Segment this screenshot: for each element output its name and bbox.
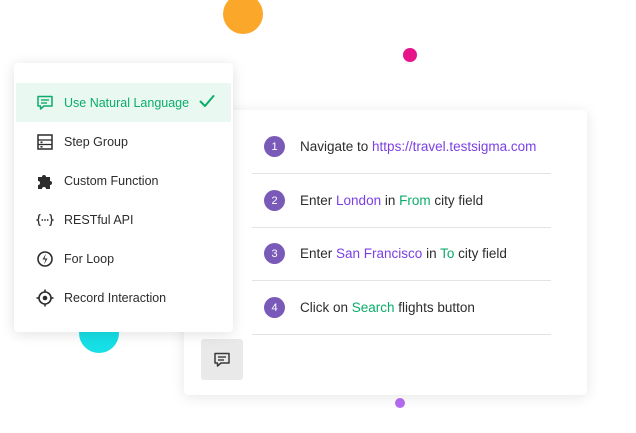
step-number: 3 bbox=[264, 243, 285, 264]
puzzle-icon bbox=[36, 172, 54, 190]
step-text: Navigate to https://travel.testsigma.com bbox=[300, 139, 537, 154]
step-number: 4 bbox=[264, 297, 285, 318]
menu-item-restful-api[interactable]: RESTful API bbox=[16, 200, 231, 239]
checkmark-icon bbox=[199, 95, 215, 107]
menu-item-custom-function[interactable]: Custom Function bbox=[16, 161, 231, 200]
menu-item-label: RESTful API bbox=[64, 212, 134, 227]
step-type-menu: Use Natural Language Step Group Custom F… bbox=[14, 63, 233, 332]
loop-icon bbox=[36, 250, 54, 268]
decorative-dot-purple bbox=[395, 398, 405, 408]
step-text: Enter San Francisco in To city field bbox=[300, 246, 507, 261]
test-step[interactable]: 1 Navigate to https://travel.testsigma.c… bbox=[252, 120, 551, 174]
step-number: 1 bbox=[264, 136, 285, 157]
step-group-icon bbox=[36, 133, 54, 151]
natural-language-button[interactable] bbox=[201, 339, 243, 380]
natural-language-icon bbox=[36, 94, 54, 112]
menu-item-step-group[interactable]: Step Group bbox=[16, 122, 231, 161]
menu-item-natural-language[interactable]: Use Natural Language bbox=[16, 83, 231, 122]
test-steps-card: 1 Navigate to https://travel.testsigma.c… bbox=[184, 110, 587, 395]
menu-item-label: For Loop bbox=[64, 251, 115, 266]
menu-item-for-loop[interactable]: For Loop bbox=[16, 239, 231, 278]
record-icon bbox=[36, 289, 54, 307]
step-text: Click on Search flights button bbox=[300, 300, 475, 315]
menu-item-record-interaction[interactable]: Record Interaction bbox=[16, 278, 231, 317]
test-step[interactable]: 2 Enter London in From city field bbox=[252, 174, 551, 228]
menu-item-label: Use Natural Language bbox=[64, 95, 190, 110]
decorative-dot-pink bbox=[403, 48, 417, 62]
natural-language-icon bbox=[214, 352, 230, 367]
test-step[interactable]: 4 Click on Search flights button bbox=[252, 281, 551, 335]
menu-item-label: Record Interaction bbox=[64, 290, 167, 305]
test-step[interactable]: 3 Enter San Francisco in To city field bbox=[252, 227, 551, 281]
api-icon bbox=[36, 211, 54, 229]
step-text: Enter London in From city field bbox=[300, 193, 484, 208]
step-url-link: https://travel.testsigma.com bbox=[372, 139, 537, 154]
step-number: 2 bbox=[264, 190, 285, 211]
menu-item-label: Custom Function bbox=[64, 173, 159, 188]
menu-item-label: Step Group bbox=[64, 134, 128, 149]
decorative-dot-orange bbox=[223, 0, 263, 34]
